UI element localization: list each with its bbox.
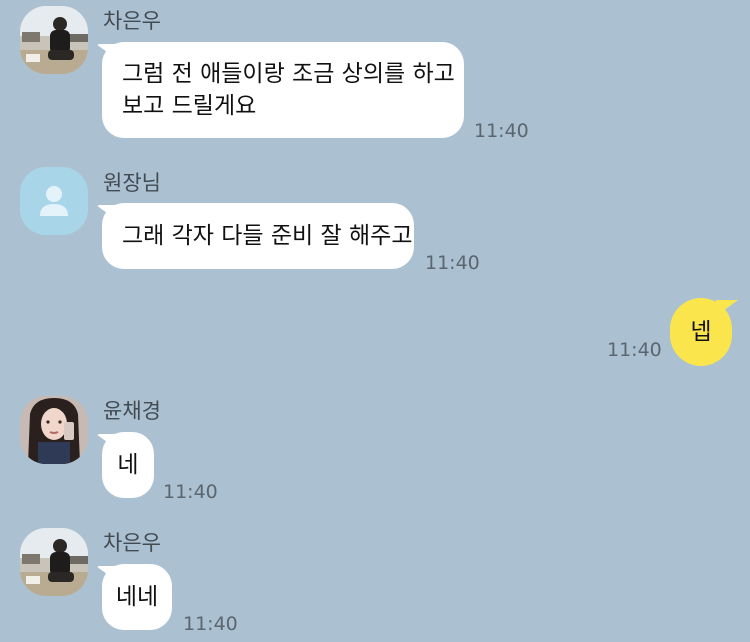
message-timestamp: 11:40 — [163, 481, 218, 503]
avatar-wonjangnim[interactable] — [20, 167, 88, 235]
profile-photo-icon — [20, 528, 88, 596]
message-bubble[interactable]: 그럼 전 애들이랑 조금 상의를 하고 보고 드릴게요 — [102, 42, 464, 138]
my-message-bubble[interactable]: 넵 — [670, 298, 732, 366]
sender-name: 원장님 — [103, 171, 161, 195]
sender-name: 차은우 — [103, 531, 161, 555]
avatar-yunchaegyeong[interactable] — [20, 396, 88, 464]
person-icon — [20, 167, 88, 235]
message-bubble[interactable]: 네 — [102, 432, 154, 498]
message-text: 그럼 전 애들이랑 조금 상의를 하고 — [122, 61, 455, 87]
profile-photo-icon — [20, 6, 88, 74]
sender-name: 차은우 — [103, 9, 161, 33]
message-timestamp: 11:40 — [425, 252, 480, 274]
chat-room[interactable]: 차은우 그럼 전 애들이랑 조금 상의를 하고 보고 드릴게요 11:40 원장… — [0, 0, 750, 642]
message-bubble[interactable]: 네네 — [102, 564, 172, 630]
message-bubble[interactable]: 그래 각자 다들 준비 잘 해주고 — [102, 203, 414, 269]
avatar-chaeunwoo[interactable] — [20, 6, 88, 74]
message-timestamp: 11:40 — [474, 120, 529, 142]
avatar-chaeunwoo[interactable] — [20, 528, 88, 596]
profile-photo-icon — [20, 396, 88, 464]
message-timestamp: 11:40 — [183, 613, 238, 635]
message-text: 그래 각자 다들 준비 잘 해주고 — [122, 223, 413, 249]
message-text: 넵 — [690, 319, 712, 345]
message-text: 보고 드릴게요 — [122, 93, 257, 119]
message-text: 네 — [117, 452, 139, 478]
message-text: 네네 — [115, 584, 159, 610]
sender-name: 윤채경 — [103, 399, 161, 423]
message-timestamp: 11:40 — [607, 339, 662, 361]
